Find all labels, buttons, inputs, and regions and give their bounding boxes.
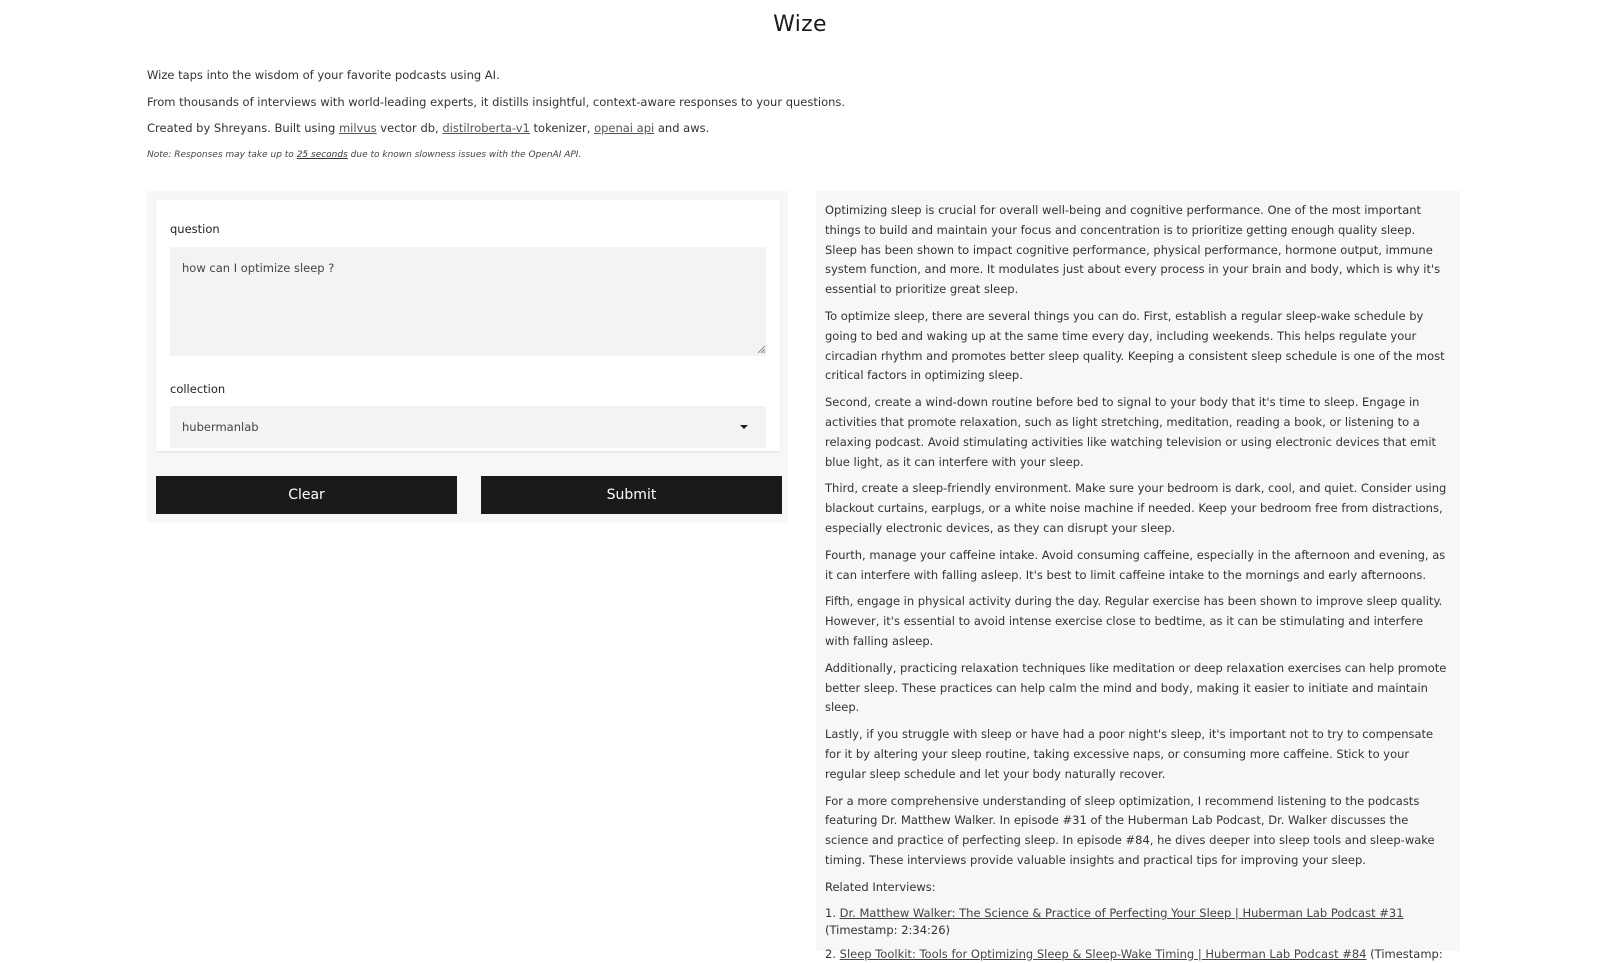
answer-paragraph: Fifth, engage in physical activity durin… bbox=[825, 594, 1443, 648]
related-interviews-heading: Related Interviews: bbox=[825, 879, 936, 894]
distilroberta-link[interactable]: distilroberta-v1 bbox=[442, 121, 530, 135]
answer-paragraph: Additionally, practicing relaxation tech… bbox=[825, 660, 1447, 715]
related-number: 1. bbox=[825, 905, 840, 920]
related-interview-item: 2. Sleep Toolkit: Tools for Optimizing S… bbox=[825, 946, 1450, 963]
collection-select[interactable]: hubermanlab bbox=[170, 406, 766, 448]
credits-prefix: Created by Shreyans. Built using bbox=[147, 121, 339, 135]
answer-paragraph: Second, create a wind-down routine befor… bbox=[825, 395, 1437, 469]
question-input[interactable]: how can I optimize sleep ? bbox=[170, 247, 766, 356]
clear-button[interactable]: Clear bbox=[156, 476, 457, 514]
related-timestamp: (Timestamp: 2:34:26) bbox=[825, 922, 951, 937]
collection-selected-value: hubermanlab bbox=[182, 420, 259, 434]
answer-paragraph: Optimizing sleep is crucial for overall … bbox=[825, 203, 1441, 297]
milvus-link[interactable]: milvus bbox=[339, 121, 377, 135]
answer-panel: Optimizing sleep is crucial for overall … bbox=[816, 191, 1460, 961]
openai-api-link[interactable]: openai api bbox=[594, 121, 654, 135]
related-interview-item: 1. Dr. Matthew Walker: The Science & Pra… bbox=[825, 905, 1450, 939]
intro-line-1: Wize taps into the wisdom of your favori… bbox=[147, 68, 500, 82]
question-label: question bbox=[170, 222, 220, 236]
note-emphasis: 25 seconds bbox=[296, 150, 348, 160]
app-title: Wize bbox=[773, 12, 827, 37]
answer-paragraph: To optimize sleep, there are several thi… bbox=[825, 308, 1445, 383]
answer-paragraph: For a more comprehensive understanding o… bbox=[825, 793, 1435, 867]
collection-label: collection bbox=[170, 382, 226, 396]
chevron-down-icon bbox=[740, 425, 748, 429]
answer-paragraph: Third, create a sleep-friendly environme… bbox=[825, 481, 1447, 535]
intro-line-2: From thousands of interviews with world-… bbox=[147, 94, 846, 109]
credits-mid-1: vector db, bbox=[376, 121, 443, 135]
related-interview-link[interactable]: Dr. Matthew Walker: The Science & Practi… bbox=[840, 906, 1404, 920]
resize-handle-icon[interactable] bbox=[757, 345, 766, 354]
related-timestamp: (Timestamp: bbox=[1366, 946, 1443, 961]
latency-note: Note: Responses may take up to 25 second… bbox=[147, 148, 1047, 162]
note-suffix: due to known slowness issues with the Op… bbox=[347, 150, 582, 160]
intro-section: Wize taps into the wisdom of your favori… bbox=[147, 68, 1047, 175]
submit-button[interactable]: Submit bbox=[481, 476, 782, 514]
input-panel: question how can I optimize sleep ? coll… bbox=[147, 191, 788, 522]
intro-line-3: Created by Shreyans. Built using milvus … bbox=[147, 121, 1047, 135]
related-interview-link[interactable]: Sleep Toolkit: Tools for Optimizing Slee… bbox=[840, 947, 1367, 961]
related-number: 2. bbox=[825, 946, 840, 961]
credits-suffix: and aws. bbox=[654, 121, 710, 135]
note-prefix: Note: Responses may take up to bbox=[147, 150, 297, 160]
form-card: question how can I optimize sleep ? coll… bbox=[156, 200, 780, 451]
credits-mid-2: tokenizer, bbox=[529, 121, 595, 135]
answer-paragraph: Fourth, manage your caffeine intake. Avo… bbox=[825, 547, 1446, 582]
answer-paragraph: Lastly, if you struggle with sleep or ha… bbox=[825, 727, 1434, 781]
